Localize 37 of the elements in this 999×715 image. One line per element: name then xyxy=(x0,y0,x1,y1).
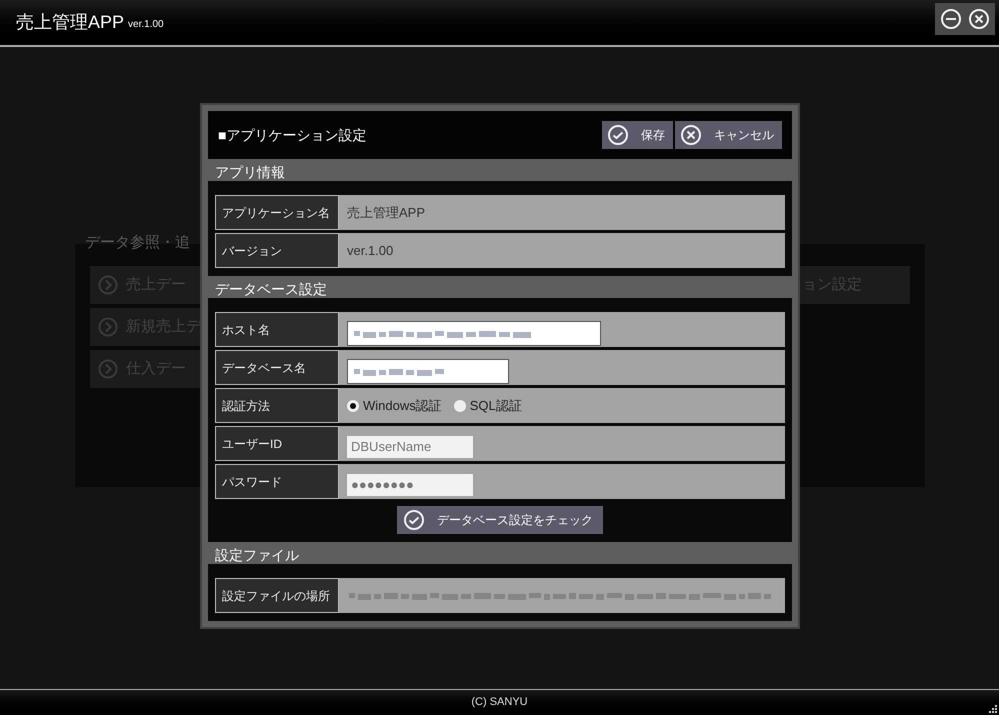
row-label: バージョン xyxy=(215,233,339,268)
section-heading: データ参照・追 xyxy=(85,234,190,251)
row-label: パスワード xyxy=(215,464,339,499)
window-title: 売上管理APP xyxy=(16,11,124,34)
dialog-title: ■アプリケーション設定 xyxy=(218,126,366,144)
version-label: ver.1.00 xyxy=(128,18,164,32)
radio-button[interactable] xyxy=(347,400,359,412)
copyright-text: (C) SANYU xyxy=(471,695,528,710)
chevron-circle-icon xyxy=(98,317,118,337)
check-circle-icon xyxy=(607,124,629,146)
row-label: 設定ファイルの場所 xyxy=(215,578,339,613)
minimize-icon xyxy=(940,8,962,30)
save-button[interactable]: 保存 xyxy=(602,121,673,149)
radio-option[interactable]: SQL認証 xyxy=(454,396,522,416)
cancel-button[interactable]: キャンセル xyxy=(675,121,782,149)
row-label: アプリケーション名 xyxy=(215,195,339,230)
row-label: ユーザーID xyxy=(215,426,339,461)
resize-grip-icon xyxy=(987,703,997,713)
row-value: ver.1.00 xyxy=(346,242,394,260)
close-circle-icon xyxy=(968,8,990,30)
row-value: 売上管理APP xyxy=(346,204,426,222)
chevron-circle-icon xyxy=(98,275,118,295)
section-title: アプリ情報 xyxy=(214,163,286,181)
text-field[interactable]: DBUserName xyxy=(347,436,473,458)
cancel-icon xyxy=(680,124,702,146)
text-field[interactable]: ●●●●●●●● xyxy=(347,474,473,496)
chevron-circle-icon xyxy=(98,359,118,379)
row-label: データベース名 xyxy=(215,350,339,385)
text-field[interactable] xyxy=(347,359,509,384)
radio-option[interactable]: Windows認証 xyxy=(347,396,442,416)
text-field[interactable] xyxy=(347,321,601,346)
check-database-button[interactable]: データベース設定をチェック xyxy=(397,506,603,534)
section-title: 設定ファイル xyxy=(214,546,300,564)
radio-button[interactable] xyxy=(454,400,466,412)
check-circle-icon xyxy=(403,509,425,531)
row-label: 認証方法 xyxy=(215,388,339,423)
row-label: ホスト名 xyxy=(215,312,339,347)
